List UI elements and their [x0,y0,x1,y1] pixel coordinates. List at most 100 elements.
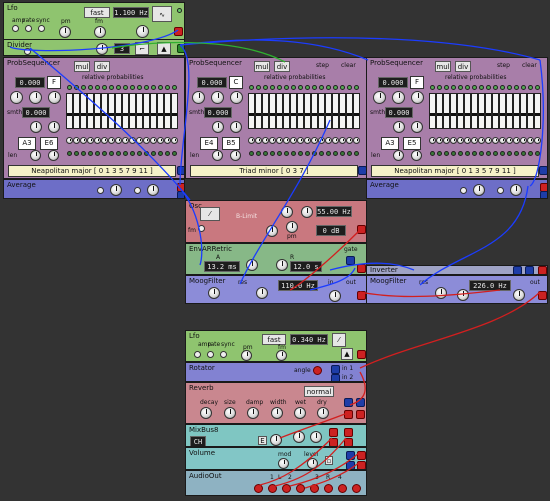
seq-step-knob[interactable] [297,137,304,144]
seq-step-knob[interactable] [457,137,464,144]
seq-step-knob[interactable] [80,137,87,144]
moog-cutoff-mod-knob[interactable] [457,289,469,301]
reverb-input-r[interactable] [356,398,365,407]
seq-smth-knob[interactable] [212,121,224,133]
seq-step-slider[interactable] [87,93,94,129]
seq-step-knob[interactable] [269,137,276,144]
seq-step-knob[interactable] [122,137,129,144]
reverb-damp-knob[interactable] [247,407,259,419]
reverb-output-r[interactable] [356,410,365,419]
lfo-amp-input[interactable] [12,25,19,32]
divider-knob[interactable] [96,43,108,55]
seq-step-knob[interactable] [436,137,443,144]
seq-step-knob[interactable] [87,137,94,144]
seq-mul-button[interactable]: mul [435,61,451,72]
divider-output[interactable] [177,44,184,53]
seq-step-slider[interactable] [262,93,269,129]
seq-step-slider[interactable] [443,93,450,129]
seq-step-knob[interactable] [325,137,332,144]
seq-root-note[interactable]: C [229,76,243,89]
seq-step-knob[interactable] [311,137,318,144]
seq-smth-knob[interactable] [393,121,405,133]
reverb-wet-knob[interactable] [294,407,306,419]
seq-step-knob[interactable] [346,137,353,144]
moog-res-knob[interactable] [435,287,447,299]
seq-step-knob[interactable] [520,137,527,144]
seq-step-slider[interactable] [297,93,304,129]
moog-cutoff-mod-knob[interactable] [256,287,268,299]
rotator-angle-input[interactable] [313,366,322,375]
audio-out-input-4[interactable] [296,484,305,493]
reverb-decay-knob[interactable] [200,407,212,419]
volume-toggle-button[interactable]: ▫ [325,456,333,465]
seq-step-slider[interactable] [513,93,520,129]
seq-step-knob[interactable] [464,137,471,144]
lfo-fm-knob[interactable] [276,350,287,361]
volume-level-knob[interactable] [307,458,318,469]
divider-shape-button[interactable]: ▲ [157,42,171,55]
env-attack-knob[interactable] [246,259,258,271]
seq-step-knob[interactable] [262,137,269,144]
seq-step-knob[interactable] [136,137,143,144]
waveform-icon[interactable]: ∿ [152,6,172,22]
lfo-sync-input[interactable] [38,25,45,32]
seq-knob-2[interactable] [29,91,42,104]
seq-step-slider[interactable] [157,93,164,129]
seq-step-knob[interactable] [115,137,122,144]
seq-knob-5[interactable] [48,150,59,161]
seq-mul-button[interactable]: mul [74,61,90,72]
waveform-icon[interactable]: ⁄ [332,333,346,347]
audio-out-input-1[interactable] [254,484,263,493]
mixbus-output-4[interactable] [344,438,353,446]
seq-step-knob[interactable] [471,137,478,144]
rotator-input-2[interactable] [331,374,340,381]
seq-knob-4[interactable] [411,121,423,133]
seq-step-knob[interactable] [276,137,283,144]
seq-smth-knob[interactable] [30,121,42,133]
seq-step-knob[interactable] [101,137,108,144]
env-release-knob[interactable] [276,259,288,271]
seq-step-slider[interactable] [457,93,464,129]
inverter-input-2[interactable] [525,266,534,274]
lfo-rate-input[interactable] [25,25,32,32]
seq-mul-button[interactable]: mul [254,61,270,72]
seq-div-button[interactable]: div [274,61,290,72]
lfo-amp-input[interactable] [194,351,201,358]
seq-step-slider[interactable] [94,93,101,129]
seq-step-knob[interactable] [429,137,436,144]
seq-step-slider[interactable] [492,93,499,129]
seq-step-slider[interactable] [101,93,108,129]
mixbus-knob-2[interactable] [293,431,305,443]
osc-fm-input[interactable] [198,225,205,232]
seq-step-knob[interactable] [157,137,164,144]
seq-step-knob[interactable] [129,137,136,144]
seq-step-slider[interactable] [115,93,122,129]
average-knob-1[interactable] [473,184,485,196]
seq-step-slider[interactable] [255,93,262,129]
moog-cutoff-knob[interactable] [513,289,525,301]
seq-step-slider[interactable] [143,93,150,129]
average-knob-2[interactable] [510,184,522,196]
seq-step-slider[interactable] [171,93,178,129]
seq-step-slider[interactable] [318,93,325,129]
seq-step-slider[interactable] [80,93,87,129]
average-input-2[interactable] [497,187,504,194]
divider-mode-button[interactable]: ⌐ [135,42,149,55]
osc-tune-knob[interactable] [281,206,293,218]
seq-root-note[interactable]: F [47,76,61,89]
mixbus-output-3[interactable] [329,438,338,446]
seq-step-slider[interactable] [311,93,318,129]
seq-knob-3[interactable] [48,91,61,104]
audio-out-input-3[interactable] [282,484,291,493]
seq-step-knob[interactable] [527,137,534,144]
lfo-mode-button[interactable]: fast [84,7,110,18]
lfo-fm-knob[interactable] [94,26,106,38]
seq-step-slider[interactable] [506,93,513,129]
seq-knob-2[interactable] [392,91,405,104]
seq-step-knob[interactable] [290,137,297,144]
moog-cutoff-knob[interactable] [329,290,341,302]
seq-scale-display[interactable]: Neapolitan major [ 0 1 3 5 7 9 11 ] [8,165,176,177]
seq-step-slider[interactable] [276,93,283,129]
mixbus-mute-button[interactable]: E [258,436,267,445]
seq-len-knob[interactable] [393,150,404,161]
